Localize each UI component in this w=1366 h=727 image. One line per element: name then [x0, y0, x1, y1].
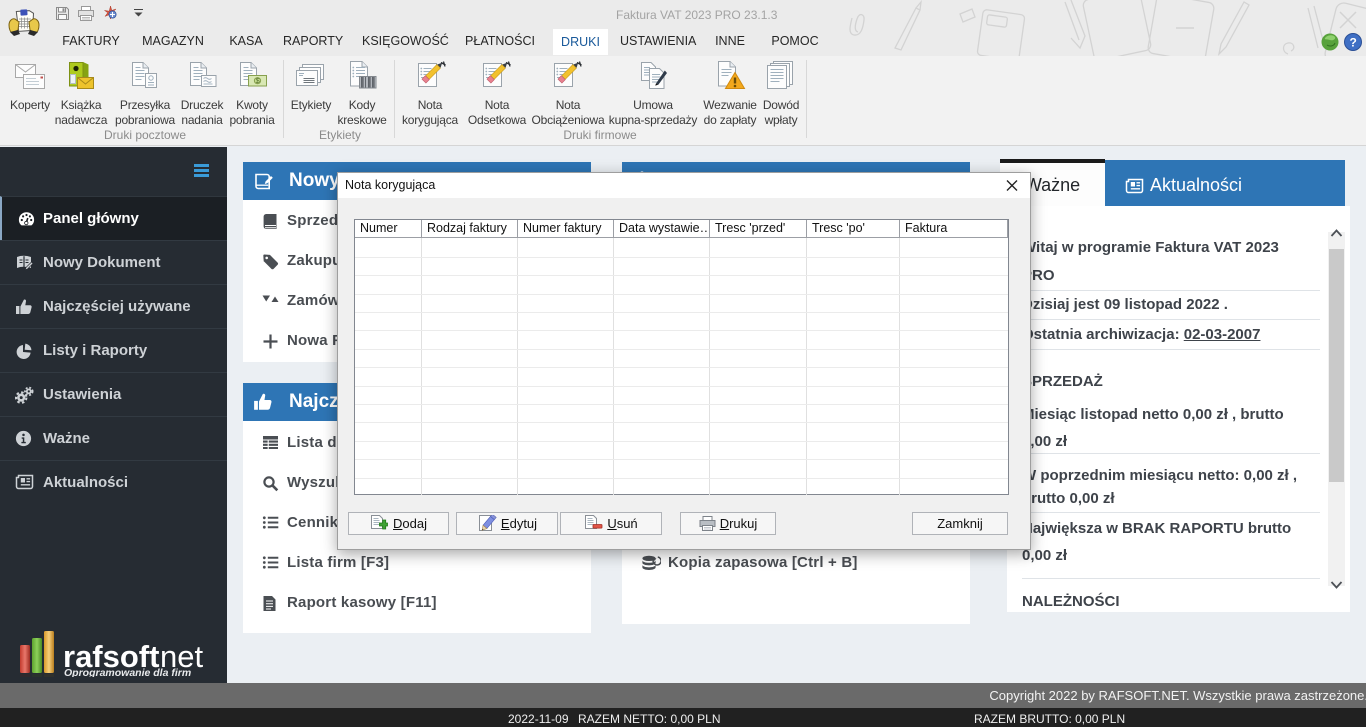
- svg-text:Oprogramowanie dla firm: Oprogramowanie dla firm: [64, 667, 191, 677]
- svg-text:?: ?: [1350, 36, 1357, 50]
- svg-text:$: $: [256, 78, 260, 85]
